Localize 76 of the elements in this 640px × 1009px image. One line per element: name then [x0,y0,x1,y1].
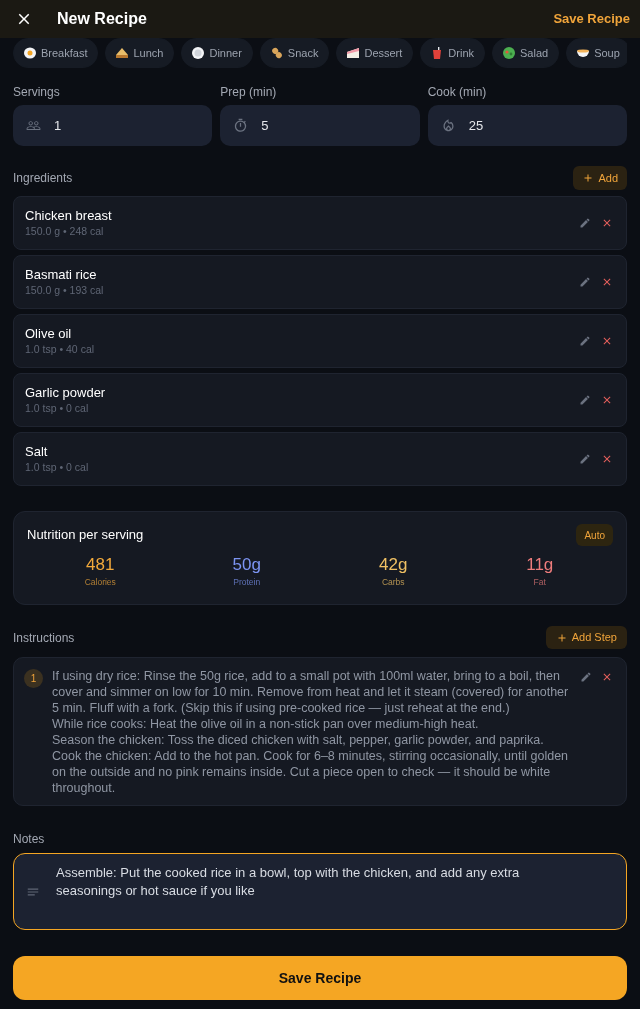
section-title: Ingredients [13,170,73,187]
cup-icon [431,47,444,59]
sandwich-icon [116,47,129,59]
people-icon [26,118,41,133]
notes-field[interactable]: Assemble: Put the cooked rice in a bowl, top with the chicken, and add any extra seasonings or hot sauce if you like [13,853,627,930]
pencil-icon[interactable] [579,276,591,288]
pencil-icon[interactable] [579,335,591,347]
ingredient-card[interactable]: Chicken breast 150.0 g • 248 cal [13,196,627,250]
salad-bowl-icon [503,47,515,59]
ingredient-card[interactable]: Salt 1.0 tsp • 0 cal [13,432,627,486]
category-chip[interactable]: Lunch [105,38,175,68]
ingredient-name: Salt [25,443,49,460]
notes-label: Notes [13,831,46,847]
field-label: Cook (min) [427,84,488,100]
step-text: If using dry rice: Rinse the 50g rice, add to a small pot with 100ml water, bring to a boil, then cover and simmer on low for 10 min. Remove from heat and let it steam (covered) for another 5 min. Fluff with a fork. (Skip this if using pre-cooked rice — just reheat at the end.) [52,668,570,716]
peanut-icon [270,47,283,59]
pencil-icon[interactable] [580,671,592,683]
x-icon[interactable] [601,394,613,406]
ingredient-card[interactable]: Basmati rice 150.0 g • 193 cal [13,255,627,309]
section-title: Instructions [13,629,75,647]
category-chip[interactable]: Dessert [336,38,414,68]
ingredient-name: Garlic powder [25,384,106,401]
x-icon[interactable] [601,276,613,288]
nutrition-value: 481 [86,554,115,576]
nutrition-label: Fat [533,576,546,588]
nutrition-value: 50g [232,554,261,576]
timer-icon [233,118,249,133]
add-step-button[interactable]: Add Step [545,626,627,649]
save-text-button[interactable]: Save Recipe [553,9,630,29]
category-chip[interactable]: Breakfast [13,38,99,68]
x-icon[interactable] [601,453,613,465]
category-chip[interactable]: Drink [420,38,485,68]
ingredient-detail: 150.0 g • 193 cal [25,283,104,298]
ingredient-detail: 150.0 g • 248 cal [25,224,105,239]
nutrition-title: Nutrition per serving [27,526,144,545]
x-icon[interactable] [601,335,613,347]
ingredient-name: Basmati rice [25,266,98,283]
category-chip[interactable]: Dinner [181,38,253,68]
ingredient-name: Chicken breast [25,207,112,224]
x-icon[interactable] [601,217,613,229]
pencil-icon[interactable] [579,217,591,229]
step-text: While rice cooks: Heat the olive oil in a non-stick pan over medium-high heat. [52,716,480,732]
ingredient-card[interactable]: Olive oil 1.0 tsp • 40 cal [13,314,627,368]
ingredient-name: Olive oil [25,325,73,342]
plate-icon [192,47,205,59]
number-field[interactable]: 25 [427,105,627,146]
nutrition-value: 42g [379,554,408,576]
cake-slice-icon [347,47,360,59]
field-label: Servings [13,84,61,100]
step-text: Season the chicken: Toss the diced chicken with salt, pepper, garlic powder, and paprika. [52,732,545,748]
category-chip[interactable]: Salad [492,38,560,68]
ingredient-detail: 1.0 tsp • 0 cal [25,401,90,416]
field-label: Prep (min) [220,84,278,100]
add-ingredient-button[interactable]: Add [573,166,627,190]
ingredient-detail: 1.0 tsp • 40 cal [25,342,95,357]
number-field[interactable]: 1 [13,105,213,146]
x-icon[interactable] [601,671,613,683]
bowl-icon [577,47,590,59]
category-chip[interactable]: Snack [259,38,330,68]
save-button[interactable]: Save Recipe [13,956,627,1000]
fried-egg-icon [24,47,36,59]
step-text: Cook the chicken: Add to the hot pan. Cook for 6–8 minutes, stirring occasionally, until golden on the outside and no pink remains inside. Cut a piece open to check — it should be white throughout. [52,748,570,796]
nutrition-label: Protein [233,576,261,588]
nutrition-value: 11g [526,554,554,576]
status-badge: Auto [576,524,613,546]
screen-title: New Recipe [57,9,147,29]
nutrition-label: Calories [84,576,116,588]
ingredient-card[interactable]: Garlic powder 1.0 tsp • 0 cal [13,373,627,427]
pencil-icon[interactable] [579,453,591,465]
nutrition-label: Carbs [381,576,405,588]
number-field[interactable]: 5 [220,105,420,146]
step-number-badge: 1 [24,669,43,688]
pencil-icon[interactable] [579,394,591,406]
ingredient-detail: 1.0 tsp • 0 cal [25,460,89,475]
category-chip[interactable]: Soup [566,38,627,68]
plus-icon [582,172,595,184]
